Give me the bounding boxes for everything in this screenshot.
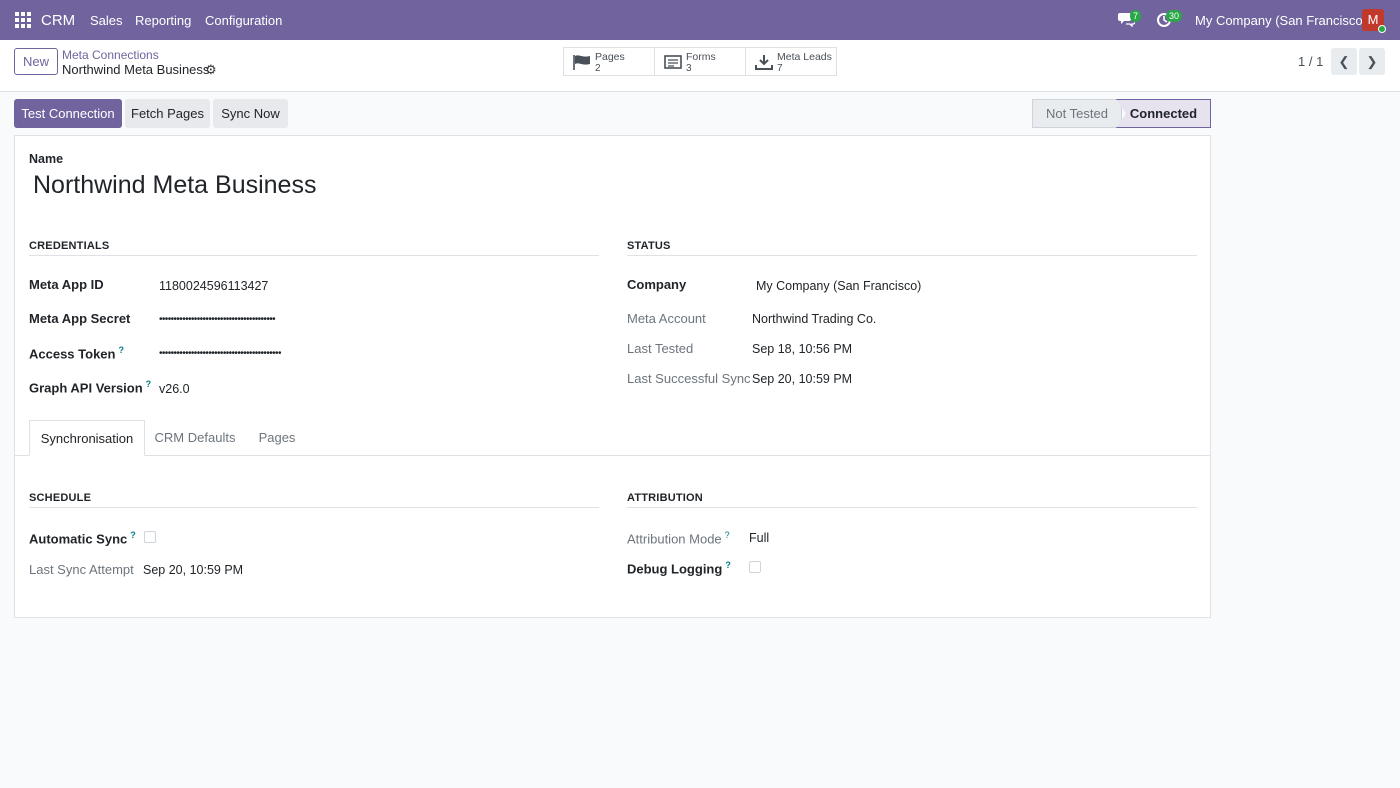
automatic-sync-checkbox[interactable] [144,531,156,543]
sync-now-button[interactable]: Sync Now [213,99,288,128]
meta-account-label: Meta Account [627,311,706,326]
last-sync-attempt-label: Last Sync Attempt [29,562,134,577]
activities-button[interactable]: 30 [1155,0,1185,40]
smart-button-pages[interactable]: Pages 2 [563,47,655,76]
menu-configuration[interactable]: Configuration [205,13,282,28]
help-tooltip-icon[interactable]: ? [725,560,731,570]
help-tooltip-icon[interactable]: ? [725,530,730,540]
meta-app-id-field[interactable]: 1180024596113427 [159,279,268,293]
breadcrumb-current: Northwind Meta Business [62,62,210,77]
control-panel: New Meta Connections Northwind Meta Busi… [0,40,1400,92]
company-field[interactable]: My Company (San Francisco) [756,279,921,293]
smart-button-label: Pages [595,51,625,63]
form-icon [664,55,682,69]
activities-badge: 30 [1166,10,1183,22]
automatic-sync-label: Automatic Sync? [29,530,136,547]
company-switcher[interactable]: My Company (San Francisco) [1195,13,1367,28]
menu-sales[interactable]: Sales [90,13,123,28]
avatar-initial: M [1367,12,1379,27]
section-divider [627,255,1197,256]
access-token-field[interactable]: ••••••••••••••••••••••••••••••••••••••••… [159,348,281,359]
last-sync-attempt-field: Sep 20, 10:59 PM [143,563,244,577]
pager-previous-button[interactable]: ❮ [1331,48,1357,75]
section-divider [627,507,1197,508]
chevron-right-icon: ❯ [1366,54,1378,69]
new-button[interactable]: New [14,48,58,75]
last-tested-field: Sep 18, 10:56 PM [752,342,853,356]
tab-crm-defaults[interactable]: CRM Defaults [151,420,239,455]
debug-logging-label: Debug Logging? [627,560,731,577]
chevron-left-icon: ❮ [1338,54,1350,69]
last-successful-sync-label: Last Successful Sync [627,371,751,386]
name-label: Name [29,152,64,166]
attribution-mode-label: Attribution Mode? [627,530,730,547]
tab-pages[interactable]: Pages [251,420,303,455]
pager-next-button[interactable]: ❯ [1359,48,1385,75]
debug-logging-checkbox[interactable] [749,561,761,573]
meta-app-id-label: Meta App ID [29,277,104,292]
attribution-mode-field[interactable]: Full [749,531,769,545]
status-not-tested[interactable]: Not Tested [1032,99,1122,128]
company-label: Company [627,277,687,292]
meta-app-secret-field[interactable]: •••••••••••••••••••••••••••••••••••••••• [159,314,276,325]
menu-reporting[interactable]: Reporting [135,13,191,28]
last-successful-sync-field: Sep 20, 10:59 PM [752,372,853,386]
notebook-tabs: Synchronisation CRM Defaults Pages [15,420,1210,456]
section-divider [29,255,599,256]
meta-app-secret-label: Meta App Secret [29,311,131,326]
gear-icon[interactable]: ⚙ [205,62,217,78]
status-connected[interactable]: Connected [1116,99,1211,128]
online-status-icon [1378,25,1386,33]
user-avatar[interactable]: M [1362,9,1386,33]
test-connection-button[interactable]: Test Connection [14,99,122,128]
app-menu-icon[interactable] [15,12,31,28]
graph-api-version-field[interactable]: v26.0 [159,382,190,396]
smart-button-value: 7 [777,63,783,74]
smart-button-forms[interactable]: Forms 3 [654,47,746,76]
credentials-heading: CREDENTIALS [29,240,110,252]
fetch-pages-button[interactable]: Fetch Pages [125,99,210,128]
graph-api-version-label: Graph API Version? [29,379,152,396]
pager-value[interactable]: 1 / 1 [1298,54,1323,69]
attribution-heading: ATTRIBUTION [627,492,703,504]
smart-button-value: 2 [595,63,601,74]
last-tested-label: Last Tested [627,341,694,356]
app-name[interactable]: CRM [41,12,75,29]
meta-account-field: Northwind Trading Co. [752,312,877,326]
help-tooltip-icon[interactable]: ? [146,379,152,389]
messages-badge: 7 [1130,10,1142,22]
messages-button[interactable]: 7 [1116,0,1146,40]
status-heading: STATUS [627,240,671,252]
smart-button-label: Forms [686,51,716,63]
breadcrumb-parent[interactable]: Meta Connections [62,48,159,62]
flag-icon [573,55,590,70]
schedule-heading: SCHEDULE [29,492,92,504]
section-divider [29,507,599,508]
top-navbar: CRM Sales Reporting Configuration 7 30 M… [0,0,1400,40]
download-icon [755,55,773,70]
form-sheet: Name Northwind Meta Business CREDENTIALS… [14,135,1211,618]
smart-button-value: 3 [686,63,692,74]
smart-button-label: Meta Leads [777,51,832,63]
tab-synchronisation[interactable]: Synchronisation [29,420,145,456]
help-tooltip-icon[interactable]: ? [118,345,124,355]
name-field[interactable]: Northwind Meta Business [33,171,316,200]
access-token-label: Access Token? [29,345,124,362]
smart-button-meta-leads[interactable]: Meta Leads 7 [745,47,837,76]
help-tooltip-icon[interactable]: ? [130,530,136,540]
